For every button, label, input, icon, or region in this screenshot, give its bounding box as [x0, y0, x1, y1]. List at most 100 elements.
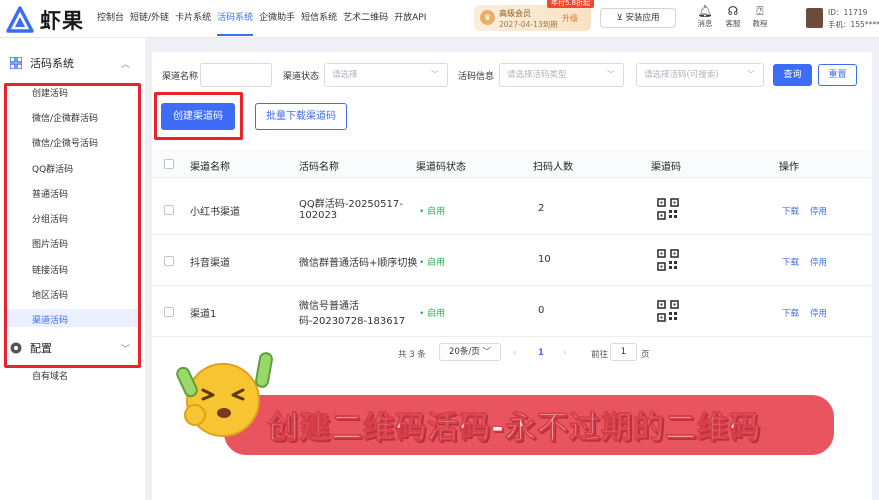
page-size-value: 20条/页 [449, 347, 480, 357]
pagination-total: 共 3 条 [398, 350, 426, 360]
code-name-line1: 微信群普通活码+顺序切换 [299, 258, 418, 269]
chevron-down-icon: ﹀ [747, 70, 755, 79]
sidebar-item-own-domain[interactable]: 自有域名 [32, 369, 68, 382]
tutorial-button[interactable]: ⍰ 教程 [745, 4, 775, 29]
top-nav: 控制台 短链/外链 卡片系统 活码系统 企微助手 短信系统 艺术二维码 开放AP… [97, 10, 432, 36]
code-type-select[interactable]: 请选择活码类型 ﹀ [499, 63, 624, 87]
chevron-down-icon[interactable]: ﹀ [121, 342, 130, 355]
status-badge: • 启用 [419, 258, 446, 268]
create-channel-code-button[interactable]: 创建渠道码 [161, 103, 235, 130]
header-scans: 扫码人数 [533, 162, 573, 173]
install-app-button[interactable]: ⊻ 安装应用 [600, 8, 676, 28]
channel-status-label: 渠道状态 [283, 72, 320, 82]
nav-item-art-qr[interactable]: 艺术二维码 [343, 10, 388, 36]
nav-item-console[interactable]: 控制台 [97, 10, 124, 36]
sidebar-group-livecode[interactable]: 活码系统 [10, 55, 74, 71]
vip-crown-icon: ♛ [480, 10, 495, 25]
user-phone: 手机：155***** [828, 20, 879, 29]
row-checkbox[interactable] [164, 256, 174, 266]
table-row: 抖音渠道 微信群普通活码+顺序切换 • 启用 10 下载 停用 [152, 235, 872, 286]
batch-download-button[interactable]: 批量下载渠道码 [255, 103, 347, 130]
vip-expire: 2027-04-13到期 [499, 20, 558, 29]
sidebar-highlight-box [4, 83, 141, 368]
query-button[interactable]: 查询 [773, 64, 812, 86]
qr-code-icon[interactable] [657, 249, 679, 271]
next-page-icon[interactable]: › [563, 348, 566, 358]
header-status: 渠道码状态 [416, 162, 466, 173]
scan-count: 2 [538, 203, 545, 214]
code-name-line2: 102023 [299, 210, 338, 221]
vip-promo-badge: 年付5.8折起 [547, 0, 595, 8]
qr-code-icon[interactable] [657, 198, 679, 220]
code-select[interactable]: 请选择活码(可搜索) ﹀ [636, 63, 764, 87]
row-checkbox[interactable] [164, 307, 174, 317]
messages-label: 消息 [697, 19, 713, 28]
download-circle-icon: ⊻ [616, 13, 623, 23]
chevron-down-icon: ﹀ [607, 70, 615, 79]
header-actions: 操作 [779, 162, 799, 173]
download-link[interactable]: 下载 [782, 205, 799, 217]
scan-count: 0 [538, 305, 545, 316]
goto-label: 前往 [591, 350, 609, 360]
nav-item-wecom[interactable]: 企微助手 [259, 10, 295, 36]
vip-level: 高级会员 [499, 9, 531, 18]
sidebar-group-title: 活码系统 [30, 57, 74, 70]
sidebar-group-title: 配置 [30, 342, 52, 355]
grid-icon [10, 57, 22, 69]
nav-item-api[interactable]: 开放API [394, 10, 426, 36]
goto-page-input[interactable]: 1 [610, 343, 637, 361]
logo-text: 虾果 [40, 9, 84, 33]
channel-name-input[interactable] [200, 63, 272, 87]
nav-item-shortlink[interactable]: 短链/外链 [130, 10, 169, 36]
vip-card[interactable]: ♛ 高级会员 2027-04-13到期 升级 [474, 5, 591, 31]
sidebar: 活码系统 ︿ 创建活码 微信/企微群活码 微信/企微号活码 QQ群活码 普通活码… [0, 38, 145, 500]
tutorial-label: 教程 [752, 19, 768, 28]
help-icon: ⍰ [756, 4, 764, 18]
messages-button[interactable]: 🔔︎ 消息 [690, 4, 720, 29]
download-link[interactable]: 下载 [782, 307, 799, 319]
channel-status-select[interactable]: 请选择 ﹀ [324, 63, 448, 87]
user-id: ID：11719 [828, 8, 868, 17]
avatar[interactable] [806, 8, 823, 28]
status-badge: • 启用 [419, 207, 446, 217]
row-checkbox[interactable] [164, 205, 174, 215]
header-code-name: 活码名称 [299, 162, 339, 173]
prev-page-icon[interactable]: ‹ [513, 348, 516, 358]
logo-icon [6, 6, 34, 33]
select-all-checkbox[interactable] [164, 159, 174, 169]
page-suffix: 页 [641, 350, 650, 360]
nav-item-sms[interactable]: 短信系统 [301, 10, 337, 36]
status-text: 启用 [427, 207, 446, 217]
channel-name: 渠道1 [190, 309, 217, 320]
chevron-up-icon[interactable]: ︿ [121, 57, 130, 70]
nav-item-card[interactable]: 卡片系统 [175, 10, 211, 36]
qr-code-icon[interactable] [657, 300, 679, 322]
disable-link[interactable]: 停用 [810, 256, 827, 268]
logo[interactable]: 虾果 [6, 5, 84, 35]
reset-button[interactable]: 重置 [818, 64, 857, 86]
code-type-placeholder: 请选择活码类型 [507, 70, 567, 80]
support-label: 客服 [725, 19, 741, 28]
code-name-line1: QQ群活码-20250517- [299, 199, 403, 210]
disable-link[interactable]: 停用 [810, 205, 827, 217]
disable-link[interactable]: 停用 [810, 307, 827, 319]
page-size-select[interactable]: 20条/页 ﹀ [439, 343, 501, 361]
code-name-line1: 微信号普通活 [299, 301, 359, 312]
channel-name: 小红书渠道 [190, 207, 240, 218]
sidebar-group-config[interactable]: 配置 [10, 340, 52, 356]
channel-name: 抖音渠道 [190, 258, 230, 269]
table-header: 渠道名称 活码名称 渠道码状态 扫码人数 渠道码 操作 [152, 150, 872, 178]
code-name-line2: 码-20230728-183617 [299, 316, 406, 327]
download-link[interactable]: 下载 [782, 256, 799, 268]
page-number-current[interactable]: 1 [538, 348, 544, 358]
support-button[interactable]: ☊ 客服 [718, 4, 748, 29]
status-text: 启用 [427, 258, 446, 268]
vip-upgrade-link[interactable]: 升级 [562, 13, 578, 24]
headset-icon: ☊ [727, 4, 739, 18]
top-bar: 虾果 控制台 短链/外链 卡片系统 活码系统 企微助手 短信系统 艺术二维码 开… [0, 0, 879, 38]
table-row: 小红书渠道 QQ群活码-20250517- 102023 • 启用 2 下载 停… [152, 184, 872, 235]
chevron-down-icon: ﹀ [482, 347, 491, 357]
install-app-label: 安装应用 [625, 13, 660, 23]
nav-item-livecode[interactable]: 活码系统 [217, 10, 254, 36]
table-row: 渠道1 微信号普通活 码-20230728-183617 • 启用 0 下载 停… [152, 286, 872, 337]
